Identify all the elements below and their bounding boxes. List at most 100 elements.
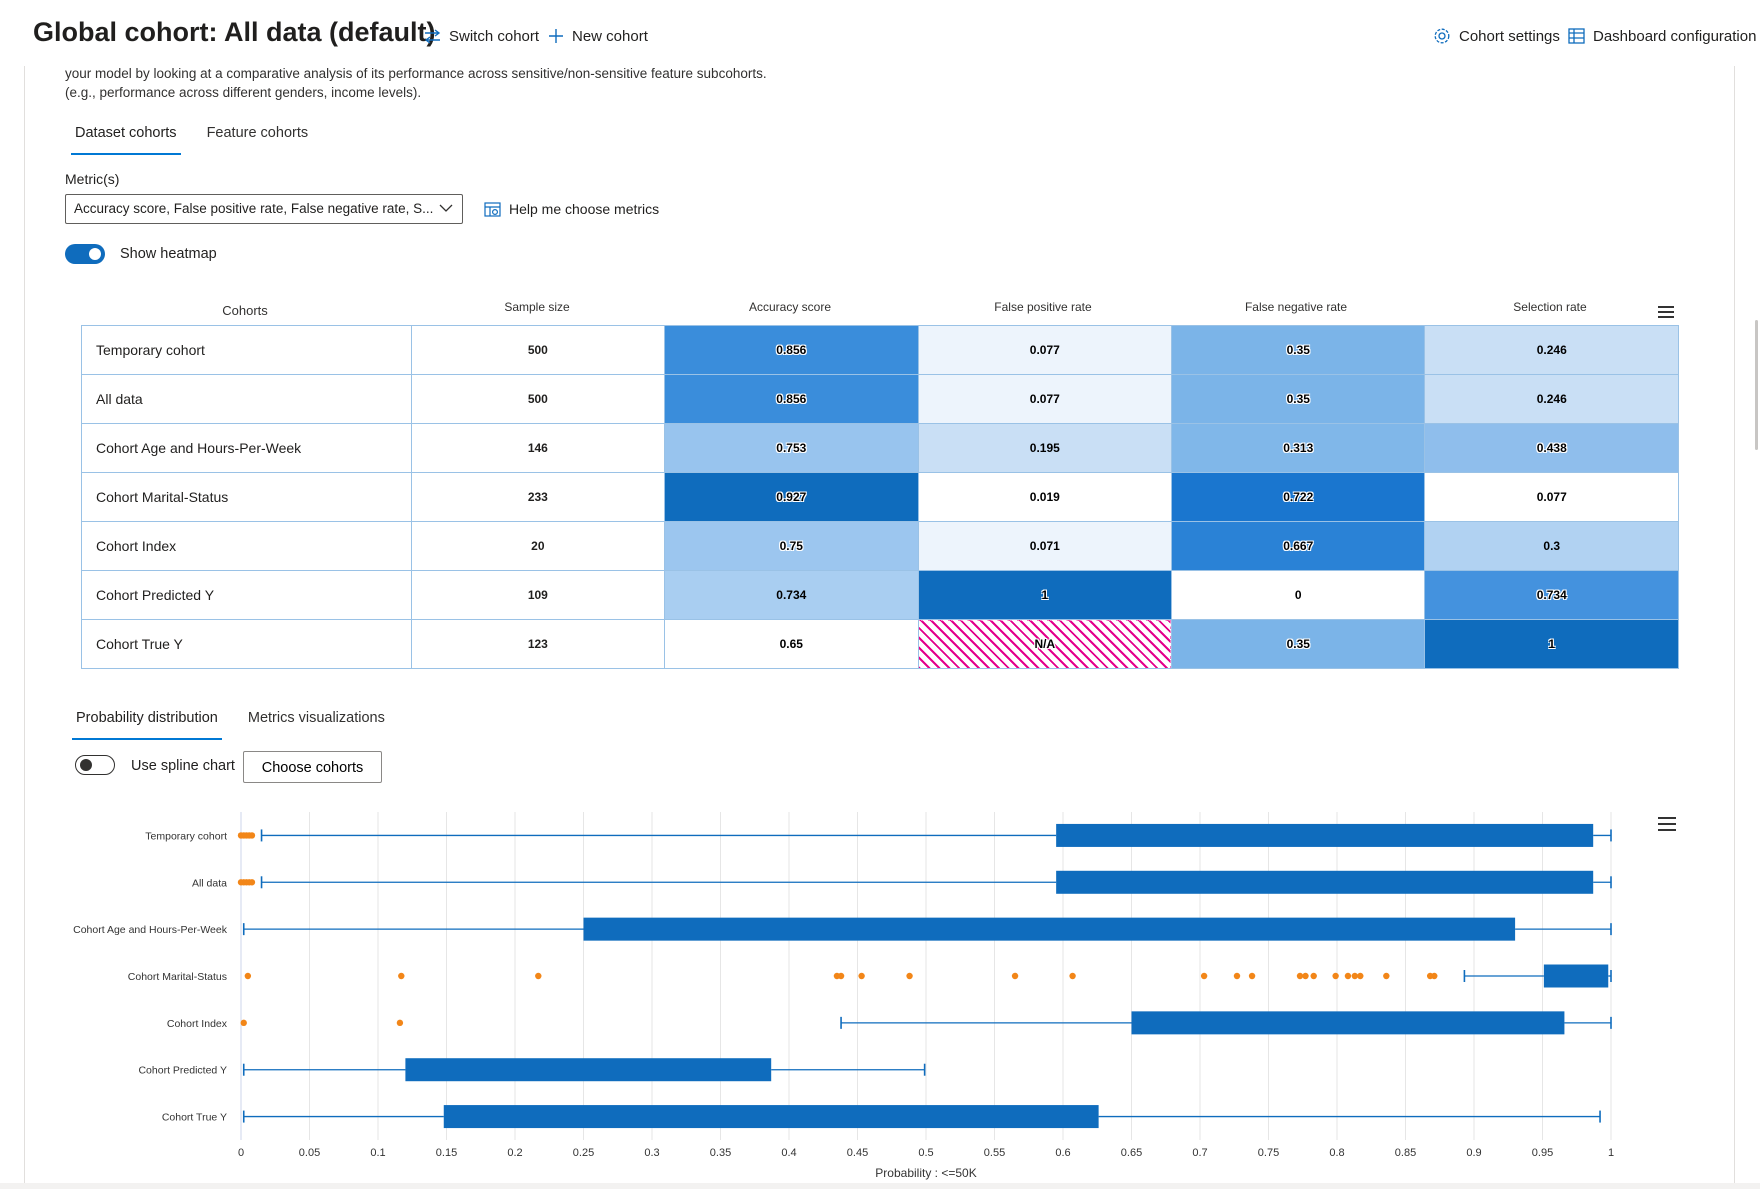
x-tick-label: 0.4: [781, 1147, 796, 1159]
dashboard-configuration-button[interactable]: Dashboard configuration: [1568, 25, 1756, 47]
column-header-sample-size: Sample size: [504, 300, 570, 314]
x-tick-label: 0.25: [573, 1147, 594, 1159]
outlier-point: [1351, 972, 1359, 980]
outlier-point: [398, 972, 405, 980]
outlier-point: [396, 1019, 404, 1027]
sample-size-cell: 123: [410, 619, 666, 669]
box: [443, 1105, 1099, 1129]
sample-size-cell: 500: [410, 325, 666, 375]
outlier-point: [1248, 972, 1256, 980]
x-tick-label: 0.35: [710, 1147, 731, 1159]
table-icon: [1568, 28, 1585, 44]
metric-value-cell: 0.856: [664, 325, 919, 375]
outlier-point: [906, 972, 913, 980]
outlier-point: [1332, 972, 1339, 980]
category-label: Cohort Age and Hours-Per-Week: [73, 924, 228, 936]
outlier-point: [248, 832, 256, 839]
switch-cohort-label: Switch cohort: [449, 27, 540, 45]
heatmap-row: Cohort True Y 123 0.65 N/A 0.35 1: [81, 619, 1679, 669]
metric-value-cell: N/A: [917, 619, 1173, 669]
x-tick-label: 0.45: [847, 1147, 868, 1159]
heatmap-menu-icon[interactable]: [1657, 305, 1675, 319]
metrics-dropdown[interactable]: Accuracy score, False positive rate, Fal…: [65, 194, 463, 224]
box: [1056, 823, 1594, 847]
outlier-point: [1310, 972, 1317, 980]
scrollbar-thumb[interactable]: [1755, 320, 1758, 450]
toggle-knob: [89, 248, 101, 260]
cohort-settings-button[interactable]: Cohort settings: [1433, 25, 1560, 47]
metric-value-cell: 0.667: [1171, 521, 1426, 571]
cohort-name-cell: Cohort True Y: [81, 619, 412, 669]
tab-feature-cohorts[interactable]: Feature cohorts: [203, 125, 313, 155]
toggle-knob: [80, 759, 92, 771]
choose-cohorts-button[interactable]: Choose cohorts: [243, 751, 382, 783]
show-heatmap-toggle[interactable]: [65, 244, 105, 264]
category-label: Cohort Predicted Y: [138, 1065, 227, 1077]
switch-cohort-button[interactable]: Switch cohort: [424, 25, 539, 47]
tab-metrics-visualizations[interactable]: Metrics visualizations: [244, 710, 389, 740]
x-tick-label: 0.55: [984, 1147, 1005, 1159]
help-metrics-icon: [484, 201, 501, 217]
box: [405, 1058, 772, 1082]
heatmap-row: Cohort Age and Hours-Per-Week 146 0.753 0.1…: [81, 423, 1679, 473]
metric-value-cell: 0.753: [664, 423, 919, 473]
metric-value-cell: 0.35: [1171, 374, 1426, 424]
chart-menu-icon[interactable]: [1658, 817, 1676, 831]
metric-value-cell: 0.3: [1424, 521, 1679, 571]
x-tick-label: 0.5: [918, 1147, 933, 1159]
x-tick-label: 0.05: [299, 1147, 320, 1159]
spline-chart-toggle[interactable]: [75, 755, 115, 775]
dashboard-configuration-label: Dashboard configuration: [1593, 27, 1757, 45]
tab-probability-distribution[interactable]: Probability distribution: [72, 710, 222, 740]
x-axis-label: Probability : <=50K: [875, 1166, 976, 1180]
x-tick-label: 0.2: [507, 1147, 522, 1159]
x-tick-label: 0.15: [436, 1147, 457, 1159]
chevron-down-icon: [439, 204, 453, 212]
outlier-point: [1383, 972, 1390, 980]
plus-icon: [549, 29, 563, 43]
metric-value-cell: 0.35: [1171, 325, 1426, 375]
metric-value-cell: 0.734: [664, 570, 919, 620]
metric-value-cell: 0: [1171, 570, 1426, 620]
x-tick-label: 0.9: [1466, 1147, 1481, 1159]
column-header-accuracy: Accuracy score: [748, 300, 832, 314]
heatmap-row: Temporary cohort 500 0.856 0.077 0.35 0.246: [81, 325, 1679, 375]
cohort-name-cell: Cohort Marital-Status: [81, 472, 412, 522]
x-tick-label: 0.3: [644, 1147, 659, 1159]
tab-dataset-cohorts[interactable]: Dataset cohorts: [71, 125, 181, 155]
probability-boxplot-chart: 0 0.05 0.1 0.15 0.2 0.25 0.3 0.35 0.4 0.45 0.5 0.55…: [73, 812, 1676, 1180]
metrics-label: Metric(s): [65, 171, 120, 187]
category-label: Cohort Marital-Status: [128, 971, 227, 983]
heatmap-table: Temporary cohort 500 0.856 0.077 0.35 0.246 Al…: [81, 325, 1679, 669]
outlier-point: [858, 972, 865, 980]
help-choose-metrics-button[interactable]: Help me choose metrics: [484, 201, 659, 217]
cohort-name-cell: Cohort Index: [81, 521, 412, 571]
outlier-point: [1200, 972, 1208, 980]
help-choose-metrics-label: Help me choose metrics: [509, 201, 660, 217]
metric-value-cell: 0.927: [664, 472, 919, 522]
metric-value-cell: 0.65: [664, 619, 919, 669]
outlier-point: [248, 879, 256, 886]
outlier-point: [837, 972, 845, 980]
metrics-selected: Accuracy score, False positive rate, Fal…: [74, 201, 434, 216]
x-tick-label: 1: [1608, 1147, 1614, 1159]
column-header-fpr: False positive rate: [994, 300, 1092, 314]
metric-value-cell: 1: [917, 570, 1173, 620]
description-line: your model by looking at a comparative a…: [65, 66, 767, 81]
column-header-cohorts: Cohorts: [222, 303, 268, 318]
heatmap-row: Cohort Index 20 0.75 0.071 0.667 0.3: [81, 521, 1679, 571]
metric-value-cell: 0.35: [1171, 619, 1426, 669]
page-title: Global cohort: All data (default): [33, 17, 436, 47]
bottom-band: [0, 1183, 1760, 1189]
metric-value-cell: 0.077: [1424, 472, 1679, 522]
metric-value-cell: 0.077: [917, 325, 1173, 375]
x-tick-label: 0.75: [1258, 1147, 1279, 1159]
heatmap-row: All data 500 0.856 0.077 0.35 0.246: [81, 374, 1679, 424]
gear-icon: [1434, 28, 1450, 44]
outlier-point: [1302, 972, 1309, 980]
new-cohort-button[interactable]: New cohort: [548, 25, 648, 47]
x-tick-label: 0.95: [1532, 1147, 1553, 1159]
x-tick-label: 0.1: [370, 1147, 385, 1159]
spline-chart-label: Use spline chart: [131, 758, 235, 774]
sample-size-cell: 500: [410, 374, 666, 424]
